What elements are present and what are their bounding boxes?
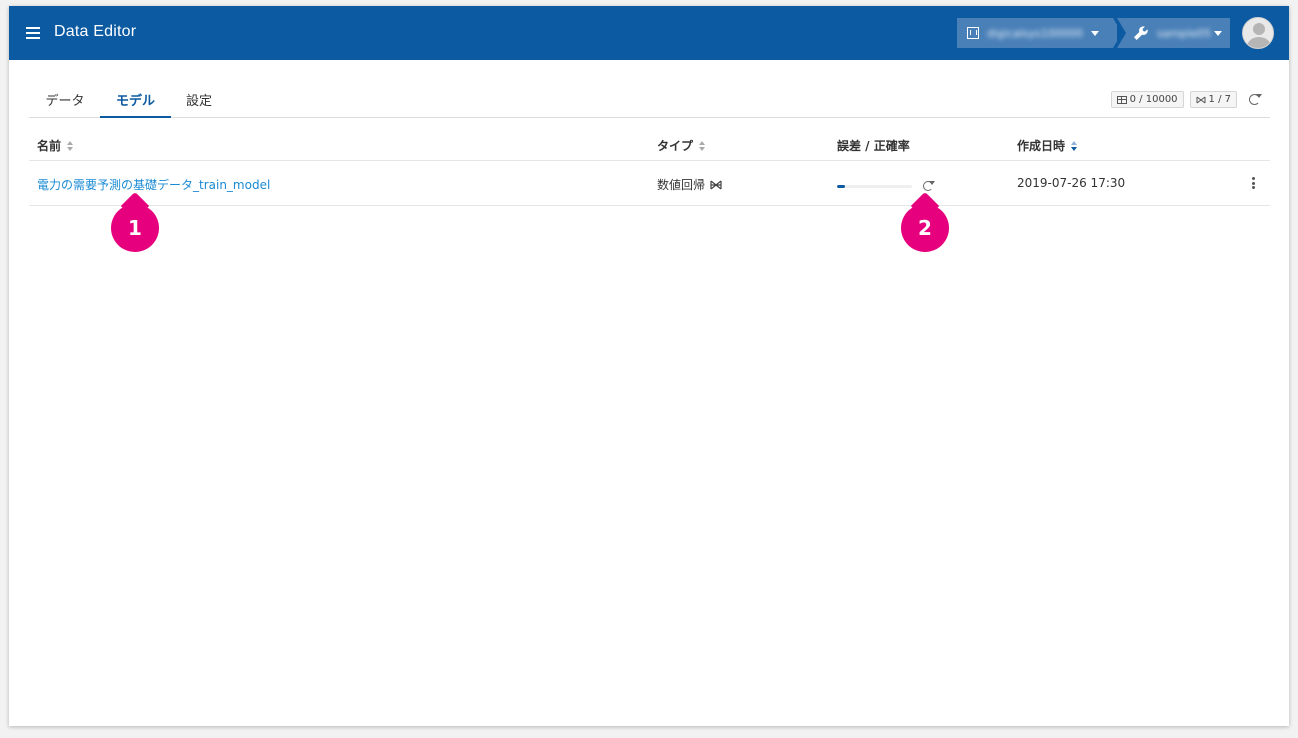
column-label: タイプ — [657, 139, 694, 153]
column-header-type[interactable]: タイプ — [657, 137, 706, 154]
user-avatar[interactable] — [1242, 17, 1274, 49]
model-type: 数値回帰 — [657, 178, 706, 192]
tab-model[interactable]: モデル — [100, 90, 171, 118]
callout-number: 2 — [918, 216, 932, 240]
column-label: 作成日時 — [1017, 139, 1066, 153]
model-count-badge: 1 / 7 — [1189, 91, 1237, 108]
created-date: 2019-07-26 17:30 — [1017, 176, 1126, 190]
refresh-icon[interactable] — [923, 181, 935, 191]
model-type-cell: 数値回帰 — [657, 176, 722, 193]
organization-name: digicalsys100000 — [987, 26, 1083, 40]
table-header: 名前 タイプ 誤差 / 正確率 作成日時 — [29, 126, 1270, 161]
model-count: 1 / 7 — [1208, 94, 1231, 105]
training-progress-bar — [837, 184, 912, 188]
sort-icon — [699, 140, 706, 151]
column-header-name[interactable]: 名前 — [37, 137, 74, 154]
app-window: Data Editor digicalsys100000 sample05 デー… — [9, 6, 1289, 726]
sort-icon — [67, 140, 74, 151]
column-header-accuracy: 誤差 / 正確率 — [837, 137, 910, 154]
sort-icon — [1071, 140, 1078, 151]
callout-number: 1 — [128, 216, 142, 240]
column-label: 名前 — [37, 139, 62, 153]
table-icon — [1116, 95, 1127, 104]
model-name-link[interactable]: 電力の需要予測の基礎データ_train_model — [37, 176, 270, 193]
column-header-created[interactable]: 作成日時 — [1017, 137, 1078, 154]
project-selector[interactable]: sample05 — [1117, 18, 1230, 48]
app-title: Data Editor — [54, 23, 137, 40]
app-bar: Data Editor digicalsys100000 sample05 — [9, 6, 1289, 60]
chevron-down-icon — [1214, 31, 1222, 36]
tab-data[interactable]: データ — [43, 90, 87, 118]
callout-marker: 1 — [111, 204, 159, 252]
network-icon — [1196, 96, 1206, 103]
model-name-cell: 電力の需要予測の基礎データ_train_model — [37, 176, 270, 193]
record-count: 0 / 10000 — [1129, 94, 1178, 105]
building-icon — [967, 27, 979, 39]
tab-bar: データ モデル 設定 — [29, 81, 1270, 118]
progress-cell — [837, 181, 935, 191]
counters: 0 / 10000 1 / 7 — [1110, 91, 1262, 108]
network-icon — [710, 180, 722, 189]
table-row: 電力の需要予測の基礎データ_train_model 数値回帰 2019-07-2… — [29, 161, 1270, 206]
more-options-icon[interactable] — [1252, 177, 1256, 189]
tab-settings[interactable]: 設定 — [183, 90, 215, 118]
hamburger-menu-icon[interactable] — [26, 27, 40, 39]
column-label: 誤差 / 正確率 — [837, 139, 910, 153]
refresh-icon[interactable] — [1249, 94, 1262, 105]
organization-selector[interactable]: digicalsys100000 — [957, 18, 1122, 48]
project-name: sample05 — [1157, 26, 1211, 40]
wrench-icon — [1134, 26, 1148, 40]
callout-marker: 2 — [901, 204, 949, 252]
record-count-badge: 0 / 10000 — [1110, 91, 1184, 108]
chevron-down-icon — [1091, 31, 1099, 36]
